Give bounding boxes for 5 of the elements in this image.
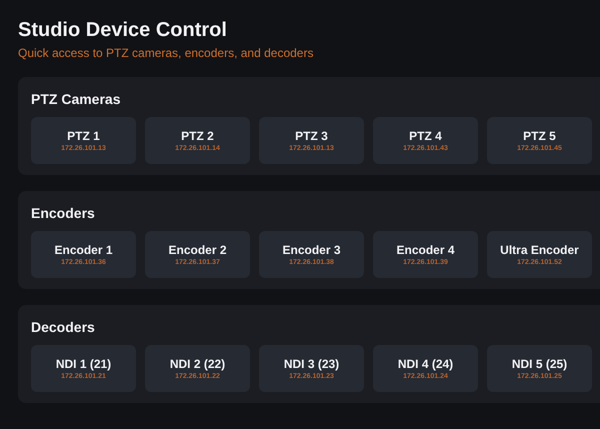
page-subtitle: Quick access to PTZ cameras, encoders, and decoders (18, 46, 314, 61)
section-title: Encoders (31, 204, 95, 222)
section-title: Decoders (31, 318, 95, 336)
page-title: Studio Device Control (18, 18, 228, 42)
section-title: PTZ Cameras (31, 90, 120, 108)
